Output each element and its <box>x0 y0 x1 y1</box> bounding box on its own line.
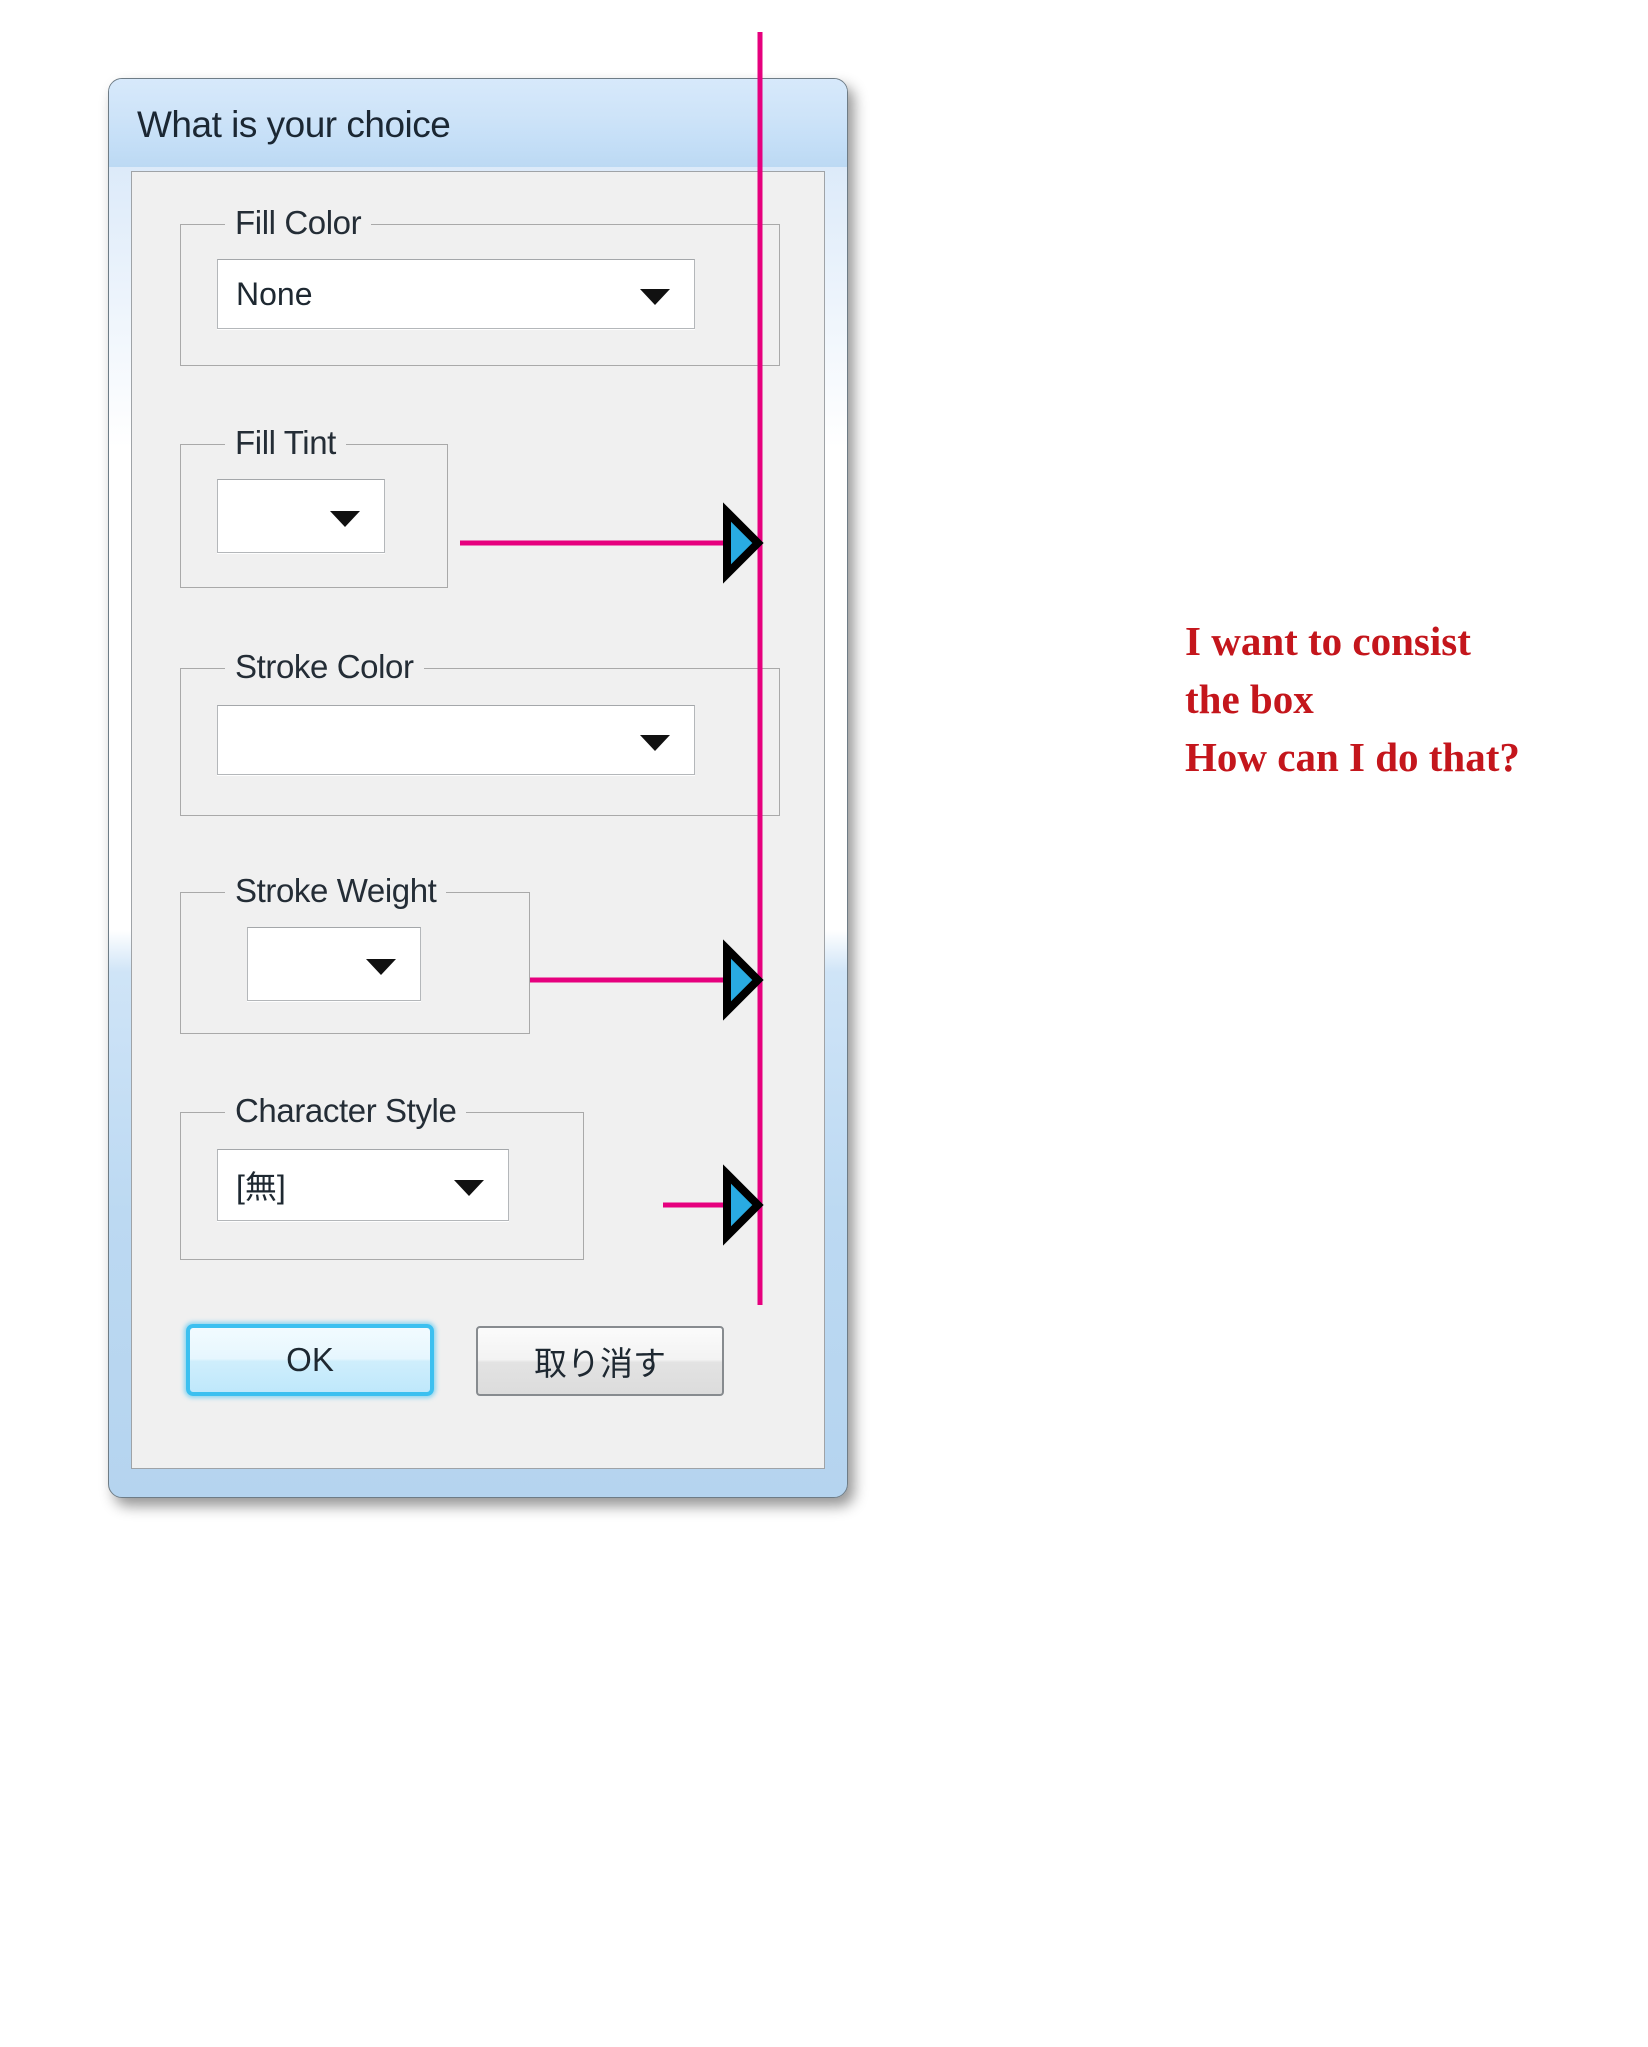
group-label-fill-tint: Fill Tint <box>225 422 346 464</box>
group-character-style: Character Style [無] <box>180 1090 584 1260</box>
group-label-fill-color: Fill Color <box>225 202 372 244</box>
chevron-down-icon[interactable] <box>640 289 670 305</box>
fill-color-value: None <box>236 275 313 312</box>
group-fill-color: Fill Color None <box>180 202 780 366</box>
chevron-down-icon[interactable] <box>640 735 670 751</box>
fill-tint-combobox[interactable] <box>217 479 385 553</box>
group-label-stroke-weight: Stroke Weight <box>225 870 447 912</box>
fill-color-combobox[interactable]: None <box>217 259 695 329</box>
chevron-down-icon[interactable] <box>330 511 360 527</box>
stroke-color-combobox[interactable] <box>217 705 695 775</box>
dialog-window: What is your choice Fill Color None Fill… <box>108 78 848 1498</box>
stroke-weight-combobox[interactable] <box>247 927 421 1001</box>
group-label-stroke-color: Stroke Color <box>225 646 424 688</box>
character-style-value: [無] <box>236 1169 286 1205</box>
group-stroke-weight: Stroke Weight <box>180 870 530 1034</box>
chevron-down-icon[interactable] <box>366 959 396 975</box>
group-fill-tint: Fill Tint <box>180 422 448 588</box>
character-style-combobox[interactable]: [無] <box>217 1149 509 1221</box>
annotation-question-text: I want to consist the box How can I do t… <box>1185 618 1520 780</box>
chevron-down-icon[interactable] <box>454 1180 484 1196</box>
dialog-titlebar: What is your choice <box>109 79 847 167</box>
cancel-button-label: 取り消す <box>534 1345 666 1382</box>
dialog-title: What is your choice <box>137 104 451 145</box>
group-stroke-color: Stroke Color <box>180 646 780 816</box>
ok-button[interactable]: OK <box>186 1324 434 1396</box>
dialog-client-area: Fill Color None Fill Tint Stroke Color S… <box>131 171 825 1469</box>
group-label-character-style: Character Style <box>225 1090 467 1132</box>
cancel-button[interactable]: 取り消す <box>476 1326 724 1396</box>
ok-button-label: OK <box>286 1341 334 1378</box>
